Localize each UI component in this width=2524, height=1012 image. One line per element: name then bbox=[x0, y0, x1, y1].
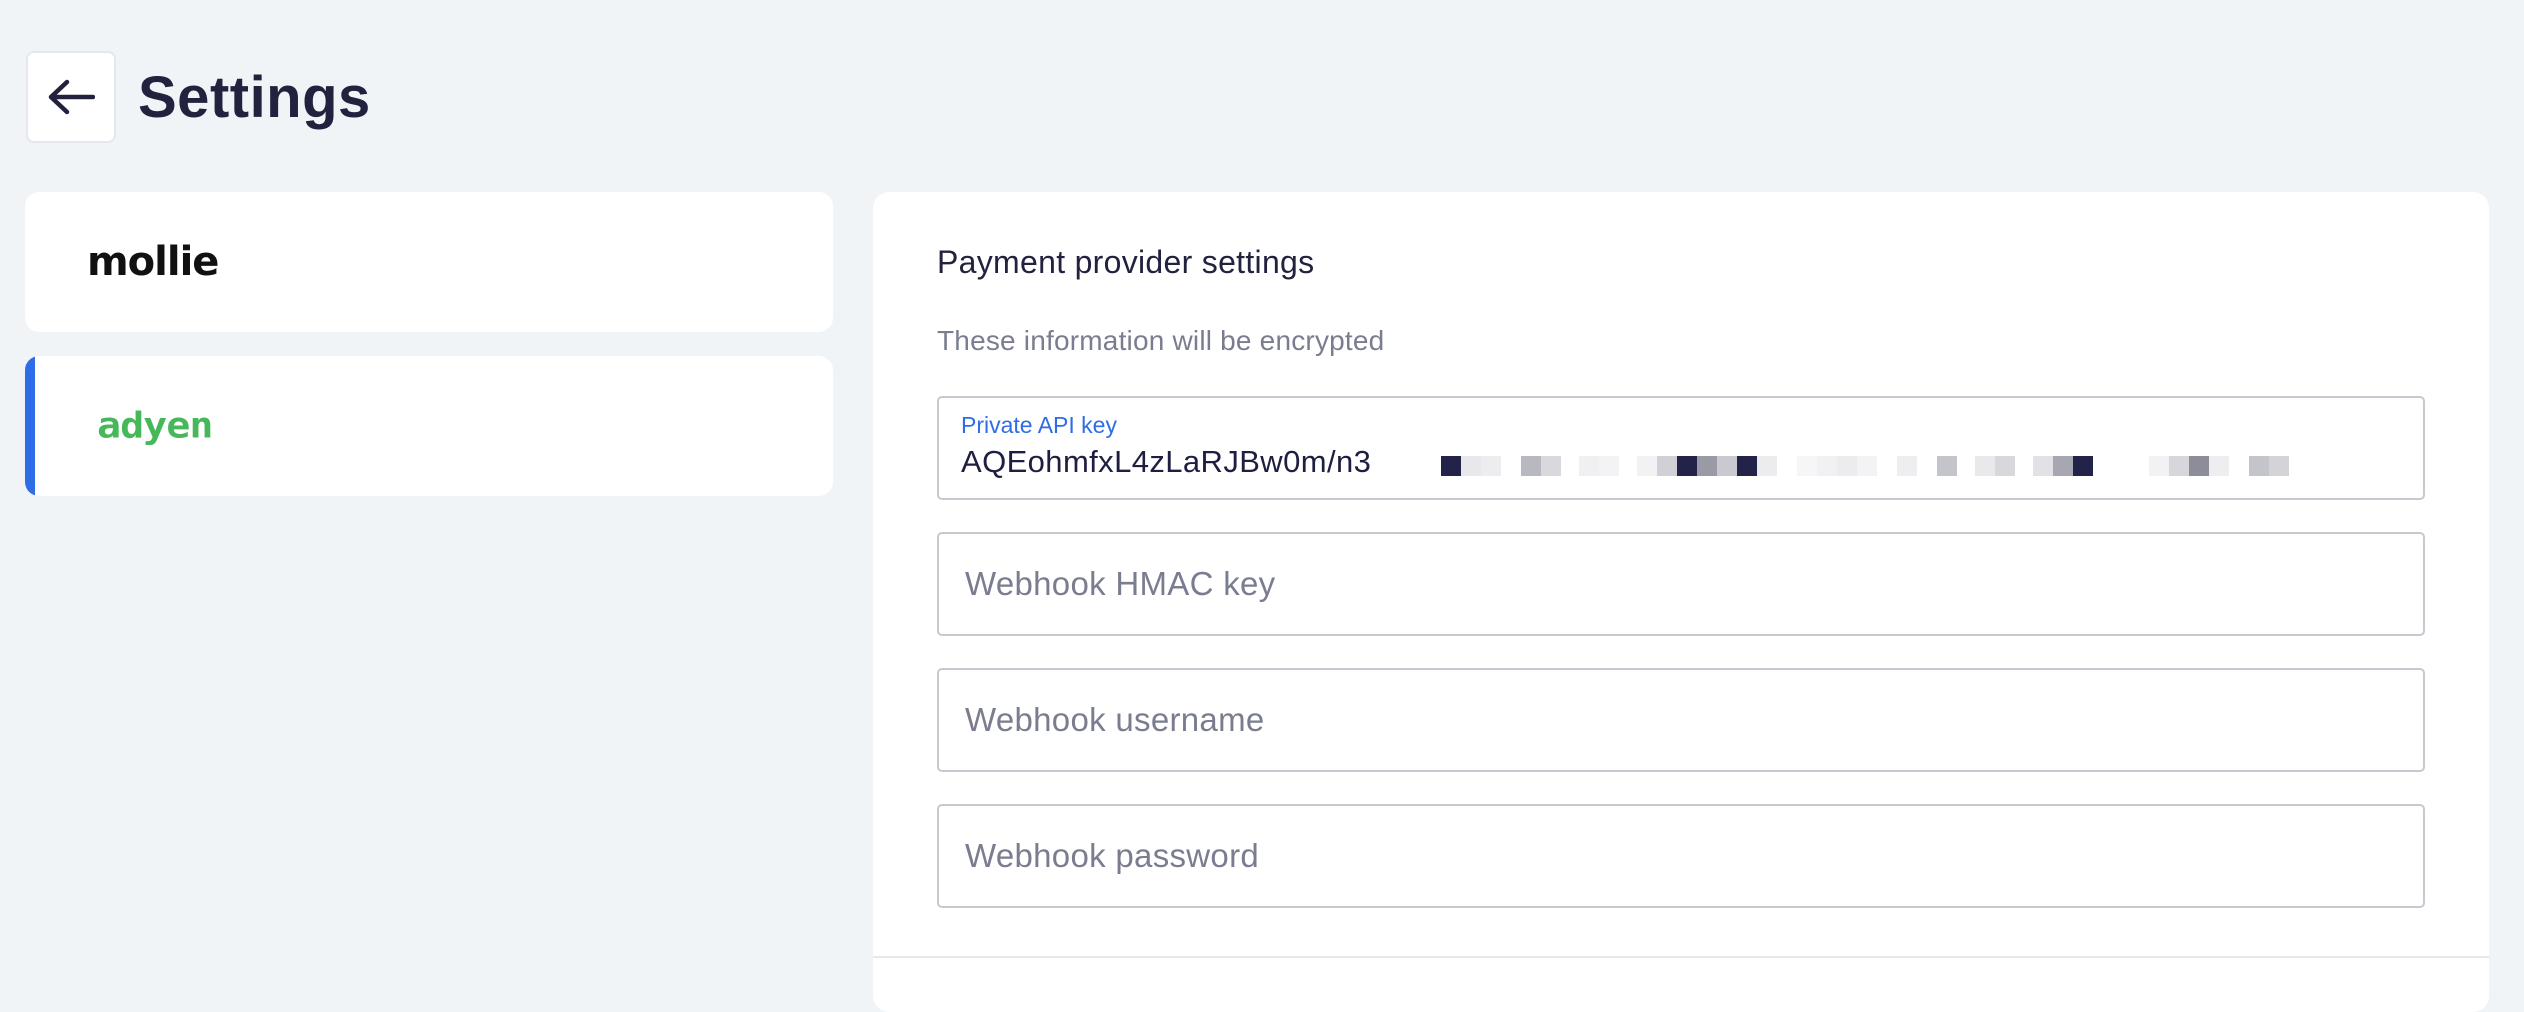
page-title: Settings bbox=[138, 64, 371, 130]
panel-heading: Payment provider settings bbox=[937, 244, 1315, 280]
private-api-key-label: Private API key bbox=[961, 412, 1117, 438]
private-api-key-value[interactable]: AQEohmfxL4zLaRJBw0m/n3 bbox=[961, 444, 1371, 480]
webhook-username-input[interactable] bbox=[939, 670, 2423, 770]
back-button[interactable] bbox=[26, 51, 116, 143]
private-api-key-field[interactable]: Private API key AQEohmfxL4zLaRJBw0m/n3 bbox=[937, 396, 2425, 500]
page-header: Settings bbox=[26, 51, 371, 143]
webhook-hmac-key-input[interactable] bbox=[939, 534, 2423, 634]
webhook-username-field[interactable] bbox=[937, 668, 2425, 772]
mollie-logo: mollie bbox=[87, 239, 219, 285]
provider-card-adyen[interactable]: adyen bbox=[25, 356, 833, 496]
webhook-hmac-key-field[interactable] bbox=[937, 532, 2425, 636]
redacted-key-blur bbox=[1441, 456, 2289, 476]
panel-divider bbox=[873, 956, 2489, 958]
settings-panel: Payment provider settings These informat… bbox=[873, 192, 2489, 1012]
provider-card-mollie[interactable]: mollie bbox=[25, 192, 833, 332]
encryption-notice: These information will be encrypted bbox=[937, 325, 1385, 356]
webhook-password-input[interactable] bbox=[939, 806, 2423, 906]
arrow-left-icon bbox=[48, 79, 95, 115]
adyen-logo: adyen bbox=[97, 405, 213, 447]
selected-indicator bbox=[25, 356, 35, 496]
webhook-password-field[interactable] bbox=[937, 804, 2425, 908]
